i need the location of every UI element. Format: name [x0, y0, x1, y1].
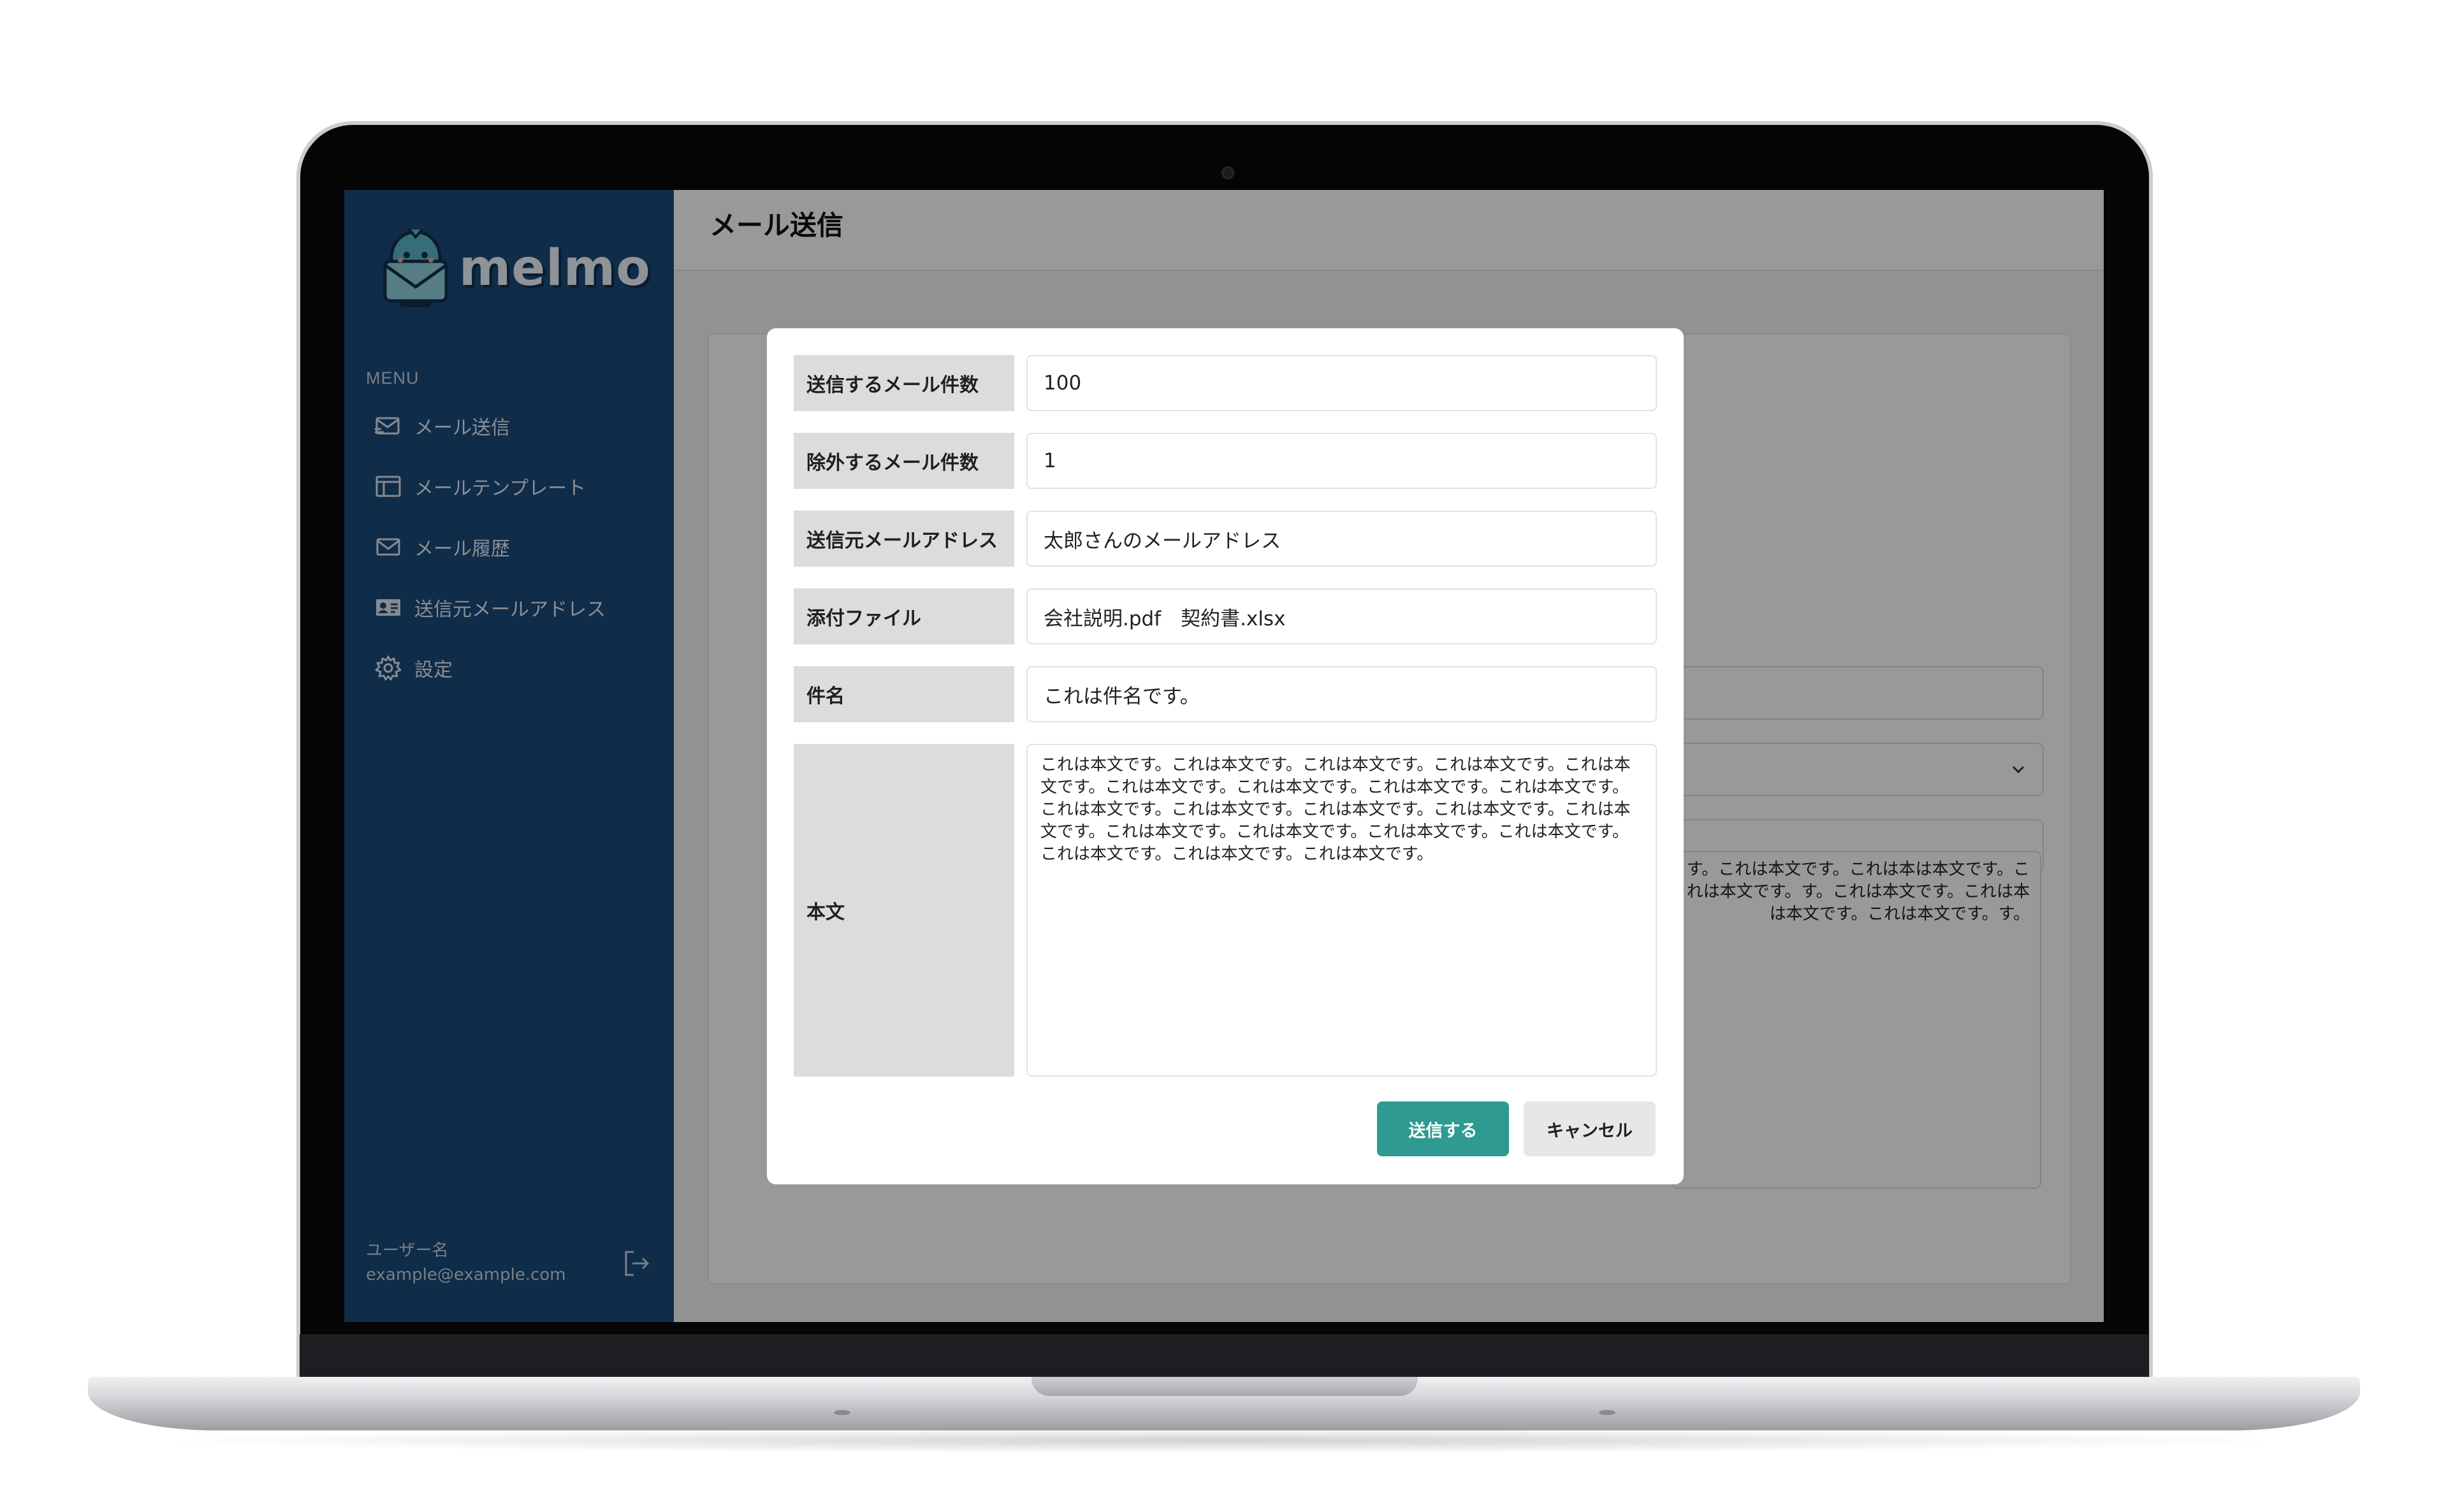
laptop-notch: [1031, 1377, 1418, 1396]
field-row-excluded-count: 除外するメール件数 1: [794, 433, 1657, 489]
excluded-count-field[interactable]: 1: [1026, 433, 1657, 489]
field-label: 送信するメール件数: [794, 355, 1014, 411]
field-row-subject: 件名 これは件名です。: [794, 666, 1657, 722]
send-button[interactable]: 送信する: [1377, 1101, 1509, 1156]
body-textarea[interactable]: これは本文です。これは本文です。これは本文です。これは本文です。これは本文です。…: [1026, 744, 1657, 1077]
field-label: 添付ファイル: [794, 588, 1014, 644]
laptop-shadow: [153, 1428, 2295, 1453]
confirm-send-modal: 送信するメール件数 100 除外するメール件数 1 送信元メールアドレス 太郎さ…: [767, 328, 1684, 1184]
camera-icon: [1221, 166, 1234, 179]
laptop-foot: [1599, 1410, 1615, 1415]
field-row-attachments: 添付ファイル 会社説明.pdf 契約書.xlsx: [794, 588, 1657, 644]
sender-address-field[interactable]: 太郎さんのメールアドレス: [1026, 511, 1657, 567]
subject-field[interactable]: これは件名です。: [1026, 666, 1657, 722]
field-label: 除外するメール件数: [794, 433, 1014, 489]
field-label: 本文: [794, 744, 1014, 1077]
laptop-chin: [300, 1334, 2148, 1382]
field-label: 送信元メールアドレス: [794, 511, 1014, 567]
cancel-button[interactable]: キャンセル: [1524, 1101, 1656, 1156]
screen: melmo MENU メール送信 メールテンプレート メール履歴 送信元メールア…: [344, 190, 2104, 1322]
field-row-send-count: 送信するメール件数 100: [794, 355, 1657, 411]
field-label: 件名: [794, 666, 1014, 722]
attachments-field[interactable]: 会社説明.pdf 契約書.xlsx: [1026, 588, 1657, 644]
field-row-sender-address: 送信元メールアドレス 太郎さんのメールアドレス: [794, 511, 1657, 567]
laptop-foot: [834, 1410, 850, 1415]
field-row-body: 本文 これは本文です。これは本文です。これは本文です。これは本文です。これは本文…: [794, 744, 1657, 1077]
send-count-field[interactable]: 100: [1026, 355, 1657, 411]
